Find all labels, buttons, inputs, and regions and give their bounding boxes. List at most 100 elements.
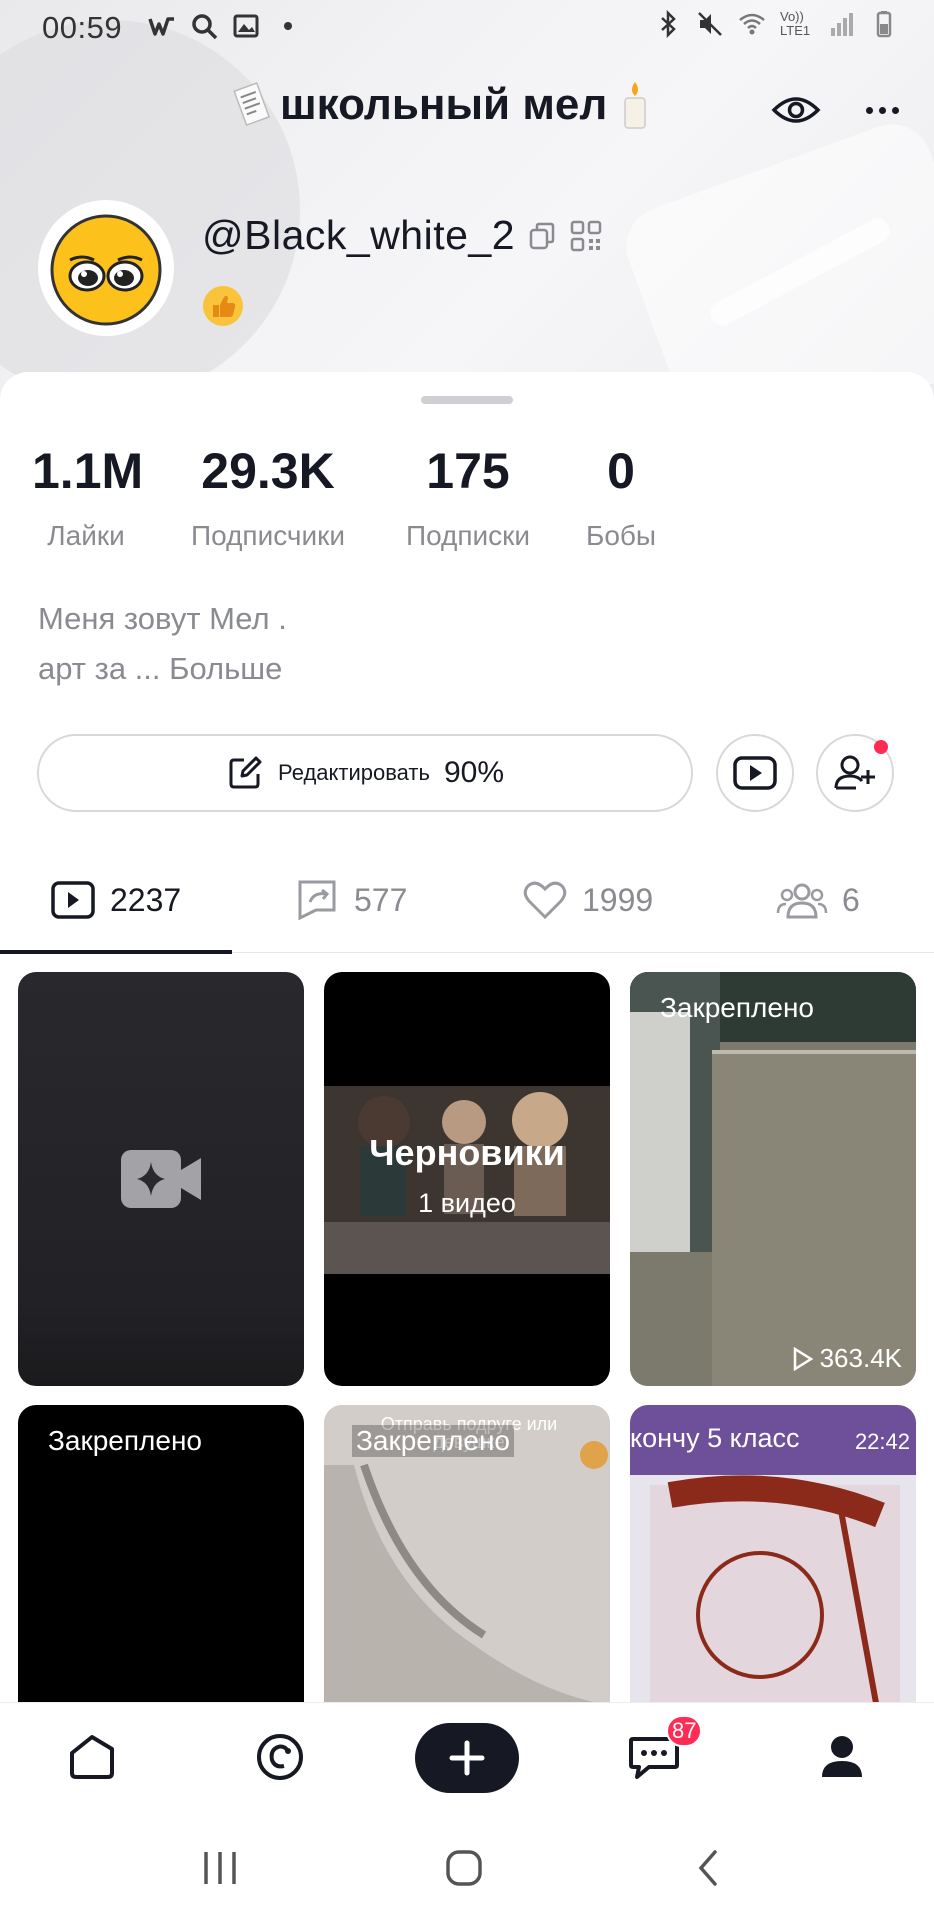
bio-line-1: Меня зовут Мел .: [38, 601, 287, 636]
search-icon: [192, 14, 218, 40]
pinned-label: Закреплено: [352, 1425, 514, 1457]
more-dot: [878, 106, 886, 114]
w-app-icon: [148, 17, 174, 36]
recents-icon: [204, 1852, 236, 1884]
network-label: Vo)) LTE1: [780, 9, 811, 38]
qr-code-icon[interactable]: [569, 219, 603, 253]
nav-friends[interactable]: [250, 1727, 310, 1787]
gallery-icon: [233, 14, 259, 38]
nav-profile[interactable]: [812, 1727, 872, 1787]
header-decoration: [615, 113, 934, 400]
status-bar: 00:59 Vo)) LTE1: [0, 0, 934, 56]
tab-count: 2237: [110, 881, 182, 918]
thumbs-up-emoji-icon: [203, 286, 243, 326]
profile-header-background: [0, 0, 934, 400]
create-button[interactable]: [415, 1723, 519, 1793]
status-time: 00:59: [42, 10, 123, 45]
profile-display-name: школьный мел: [230, 80, 657, 130]
stat-value: 29.3K: [201, 443, 335, 499]
stat-label: Бобы: [585, 520, 657, 551]
heart-icon: [523, 881, 567, 920]
stat-following[interactable]: 175 Подписки: [398, 446, 538, 552]
yellow-emoji-avatar-icon: [50, 214, 162, 326]
video-timestamp: 22:42: [854, 1429, 910, 1454]
tab-count: 1999: [582, 881, 654, 918]
stat-beans[interactable]: 0 Бобы: [576, 446, 666, 552]
system-home-button[interactable]: [434, 1848, 494, 1888]
active-tab-indicator: [0, 950, 232, 954]
add-friend-button[interactable]: [816, 734, 894, 812]
nav-home[interactable]: [62, 1727, 122, 1787]
camera-sparkle-icon: [121, 1150, 201, 1208]
plus-icon: [449, 1740, 485, 1776]
home-icon: [70, 1735, 114, 1779]
tab-count: 577: [354, 881, 408, 918]
content-tabs: 2237 577 1999 6: [0, 848, 934, 954]
bio-more-link[interactable]: Больше: [169, 651, 282, 686]
tab-groups[interactable]: 6: [776, 848, 860, 952]
new-video-cell[interactable]: [18, 972, 304, 1386]
youtube-icon: [733, 756, 777, 790]
drag-handle[interactable]: [421, 396, 513, 404]
more-options-button[interactable]: [856, 84, 908, 136]
username-row: @Black_white_2: [202, 212, 603, 259]
video-cell-pinned[interactable]: Отправь подруге или девушке Закреплено: [324, 1405, 610, 1725]
youtube-button[interactable]: [716, 734, 794, 812]
avatar[interactable]: [38, 200, 174, 336]
bio[interactable]: Меня зовут Мел . арт за ... Больше: [38, 594, 287, 694]
system-nav-bar: [0, 1812, 934, 1920]
stat-label: Лайки: [47, 520, 125, 551]
profile-completion: 90%: [443, 756, 505, 789]
eye-icon[interactable]: [770, 84, 822, 136]
video-cell[interactable]: кончу 5 класс 22:42: [630, 1405, 916, 1725]
bottom-nav: 87: [0, 1702, 934, 1813]
play-icon: [793, 1346, 813, 1371]
pinned-label: Закреплено: [48, 1425, 202, 1456]
add-friend-icon: [834, 755, 875, 790]
dot-icon: [284, 22, 292, 30]
stat-value: 175: [426, 443, 510, 499]
recents-button[interactable]: [190, 1848, 250, 1888]
copy-icon[interactable]: [527, 221, 557, 251]
stat-label: Подписчики: [190, 520, 346, 551]
signal-icon: [831, 13, 853, 36]
bio-line-2: арт за ... Больше: [38, 644, 287, 694]
drafts-title: Черновики: [369, 1132, 565, 1173]
more-dot: [891, 106, 899, 114]
view-count: 363.4K: [792, 1343, 902, 1374]
stat-label: Подписки: [405, 520, 531, 551]
group-icon: [776, 883, 828, 919]
friends-icon: [257, 1734, 303, 1780]
candle-emoji-icon: [624, 82, 647, 129]
stat-followers[interactable]: 29.3K Подписчики: [178, 446, 358, 552]
drafts-cell[interactable]: Черновики 1 видео: [324, 972, 610, 1386]
profile-name-text: школьный мел: [280, 80, 608, 129]
pinned-label: Закреплено: [660, 992, 814, 1023]
stats-row: 1.1M Лайки 29.3K Подписчики 175 Подписки…: [0, 446, 934, 566]
repost-icon: [298, 880, 336, 921]
back-icon: [698, 1850, 717, 1886]
tab-reposts[interactable]: 577: [294, 848, 407, 952]
tab-likes[interactable]: 1999: [522, 848, 653, 952]
username: @Black_white_2: [202, 212, 515, 258]
drafts-count: 1 видео: [418, 1188, 516, 1218]
video-cell-pinned[interactable]: Закреплено: [18, 1405, 304, 1725]
profile-title-bar: школьный мел: [0, 74, 934, 144]
video-cell-pinned[interactable]: Закреплено 363.4K: [630, 972, 916, 1386]
edit-label: Редактировать: [277, 760, 430, 785]
bluetooth-icon: [661, 10, 676, 38]
bio-line-2-text: арт за ...: [38, 651, 170, 686]
tab-count: 6: [842, 881, 860, 918]
edit-profile-button[interactable]: Редактировать 90%: [37, 734, 693, 812]
mute-icon: [698, 12, 722, 36]
back-button[interactable]: [678, 1848, 738, 1888]
inbox-badge: 87: [666, 1715, 703, 1747]
battery-icon: [876, 11, 892, 38]
tab-videos[interactable]: 2237: [50, 848, 181, 952]
stat-likes[interactable]: 1.1M Лайки: [32, 443, 144, 552]
stat-value: 1.1M: [32, 443, 144, 499]
action-buttons: Редактировать 90%: [0, 734, 934, 818]
wifi-icon: [739, 13, 765, 35]
home-circle-icon: [446, 1850, 482, 1886]
profile-icon: [822, 1736, 862, 1777]
